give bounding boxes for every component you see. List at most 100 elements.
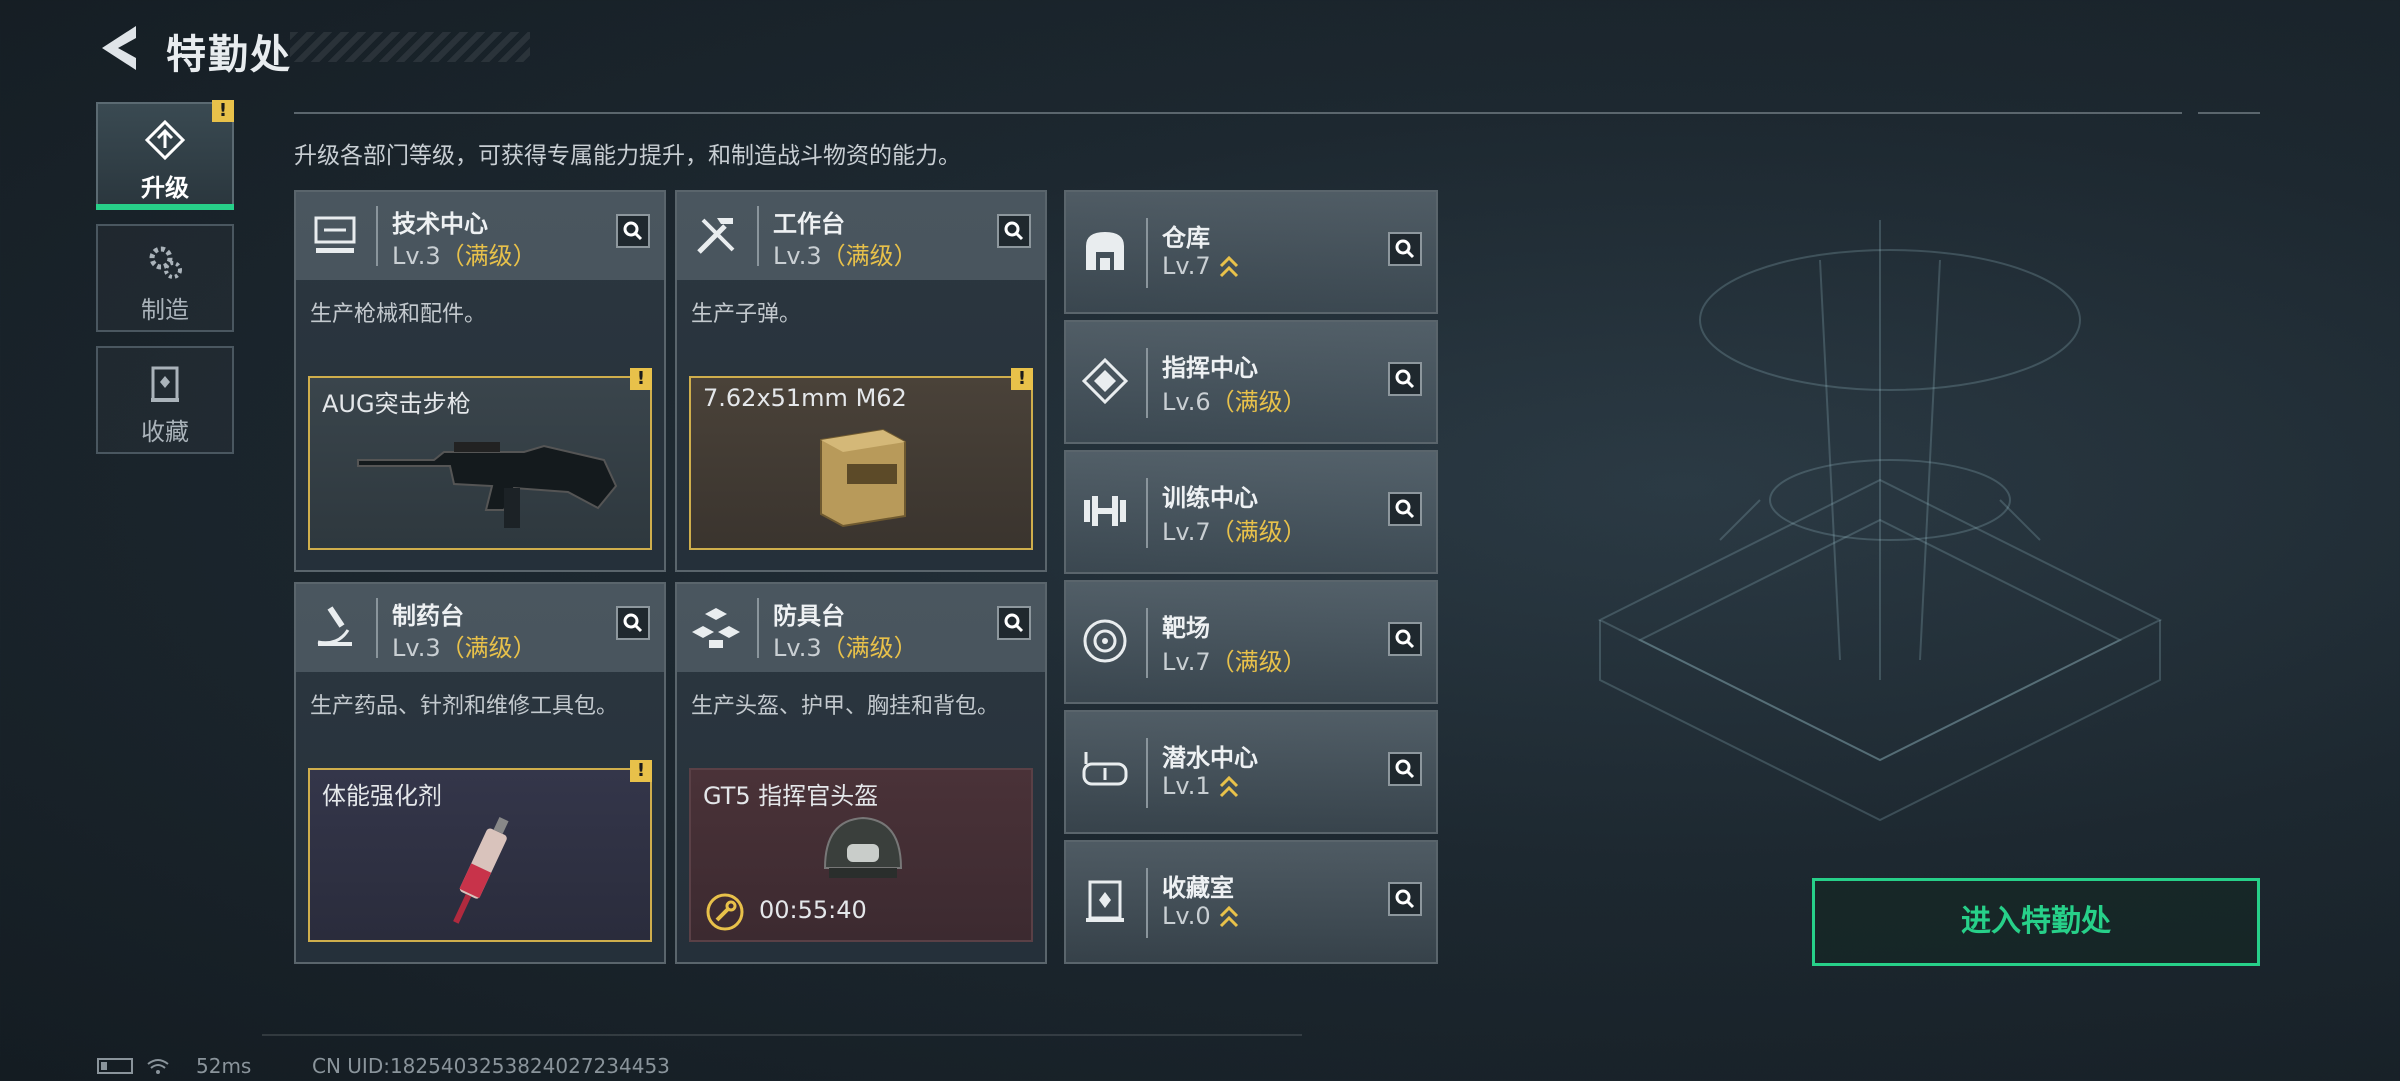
- craft-timer: 00:55:40: [759, 896, 867, 924]
- item-name: GT5 指挥官头盔: [703, 782, 879, 810]
- room-diving-center[interactable]: 潜水中心 Lv.1: [1064, 710, 1438, 834]
- room-command-center[interactable]: 指挥中心 Lv.6（满级）: [1064, 320, 1438, 444]
- item-name: 7.62x51mm M62: [703, 384, 907, 412]
- room-name: 训练中心: [1162, 484, 1258, 512]
- inspect-button[interactable]: [616, 214, 650, 248]
- syringe-image: [453, 816, 509, 924]
- room-level: Lv.7: [1162, 252, 1239, 280]
- inspect-button[interactable]: [1388, 882, 1422, 916]
- divider: [2198, 112, 2260, 114]
- nav-label: 收藏: [141, 418, 189, 446]
- nav-upgrade[interactable]: 升级 !: [96, 100, 234, 210]
- max-level-tag: （满级）: [1210, 518, 1307, 546]
- room-name: 潜水中心: [1162, 744, 1258, 772]
- separator: [1146, 738, 1148, 808]
- card-header: 防具台 Lv.3（满级）: [677, 584, 1045, 672]
- card-armor-bench: 防具台 Lv.3（满级） 生产头盔、护甲、胸挂和背包。 GT5 指挥官头盔 00…: [675, 582, 1047, 964]
- max-level-tag: （满级）: [821, 634, 918, 662]
- separator: [1146, 218, 1148, 288]
- collection-icon: [151, 366, 179, 402]
- card-header: 工作台 Lv.3（满级）: [677, 192, 1045, 280]
- room-collection-room[interactable]: 收藏室 Lv.0: [1064, 840, 1438, 964]
- search-icon: [1395, 889, 1415, 909]
- separator: [757, 206, 759, 266]
- enter-special-ops-button[interactable]: 进入特勤处: [1812, 878, 2260, 966]
- level-value: Lv.3: [392, 634, 441, 662]
- alert-icon: !: [630, 760, 652, 782]
- room-level: Lv.7（满级）: [1162, 642, 1307, 677]
- search-icon: [1395, 629, 1415, 649]
- separator: [1146, 868, 1148, 938]
- timer-wrench-icon: [706, 893, 744, 931]
- nav-craft[interactable]: 制造: [96, 224, 234, 332]
- level-value: Lv.7: [1162, 252, 1211, 280]
- level-value: Lv.6: [1162, 388, 1211, 416]
- inspect-button[interactable]: [1388, 622, 1422, 656]
- facility-level: Lv.3（满级）: [392, 236, 537, 271]
- level-value: Lv.7: [1162, 648, 1211, 676]
- search-icon: [623, 221, 643, 241]
- divider: [294, 112, 2182, 114]
- tools-icon: [697, 218, 735, 254]
- inspect-button[interactable]: [1388, 752, 1422, 786]
- max-level-tag: （满级）: [821, 242, 918, 270]
- upgrade-chevron-icon: [1219, 255, 1238, 278]
- warehouse-icon: [1086, 232, 1124, 270]
- card-tech-center: 技术中心 Lv.3（满级） 生产枪械和配件。 AUG突击步枪 !: [294, 190, 666, 572]
- level-value: Lv.7: [1162, 518, 1211, 546]
- item-name: 体能强化剂: [322, 782, 442, 810]
- production-slot[interactable]: 体能强化剂 !: [308, 760, 652, 942]
- room-shooting-range[interactable]: 靶场 Lv.7（满级）: [1064, 580, 1438, 704]
- room-level: Lv.0: [1162, 902, 1239, 930]
- separator: [1146, 608, 1148, 678]
- room-name: 收藏室: [1162, 874, 1234, 902]
- max-level-tag: （满级）: [440, 242, 537, 270]
- gears-icon: [149, 246, 182, 279]
- production-slot[interactable]: AUG突击步枪 !: [308, 368, 652, 550]
- description-text: 升级各部门等级，可获得专属能力提升，和制造战斗物资的能力。: [294, 143, 961, 169]
- alert-icon: !: [212, 100, 234, 122]
- production-slot[interactable]: 7.62x51mm M62 !: [689, 368, 1033, 550]
- separator: [1146, 478, 1148, 548]
- inspect-button[interactable]: [1388, 362, 1422, 396]
- facility-description: 生产药品、针剂和维修工具包。: [310, 694, 619, 719]
- facility-name: 制药台: [392, 602, 464, 630]
- nav-label: 制造: [141, 296, 189, 324]
- computer-icon: [314, 216, 356, 253]
- inspect-button[interactable]: [1388, 492, 1422, 526]
- card-workbench: 工作台 Lv.3（满级） 生产子弹。 7.62x51mm M62 !: [675, 190, 1047, 572]
- back-button[interactable]: [96, 20, 144, 76]
- inspect-button[interactable]: [997, 606, 1031, 640]
- search-icon: [623, 613, 643, 633]
- inspect-button[interactable]: [997, 214, 1031, 248]
- title-decoration: [290, 32, 530, 62]
- command-icon: [1081, 357, 1129, 405]
- facility-description: 生产枪械和配件。: [310, 302, 487, 327]
- user-uid: CN UID:1825403253824027234453: [312, 1054, 670, 1078]
- room-training-center[interactable]: 训练中心 Lv.7（满级）: [1064, 450, 1438, 574]
- production-slot[interactable]: GT5 指挥官头盔 00:55:40: [689, 768, 1033, 942]
- room-level: Lv.6（满级）: [1162, 382, 1307, 417]
- level-value: Lv.1: [1162, 772, 1211, 800]
- inspect-button[interactable]: [1388, 232, 1422, 266]
- max-level-tag: （满级）: [1210, 388, 1307, 416]
- inspect-button[interactable]: [616, 606, 650, 640]
- nav-collection[interactable]: 收藏: [96, 346, 234, 454]
- room-level: Lv.1: [1162, 772, 1239, 800]
- ping-value: 52ms: [196, 1054, 252, 1078]
- page-title: 特勤处: [166, 32, 292, 78]
- cubes-icon: [692, 608, 740, 648]
- nav-label: 升级: [141, 174, 189, 202]
- upgrade-icon: [144, 119, 186, 161]
- battery-wifi-icons: [97, 1058, 169, 1074]
- search-icon: [1004, 221, 1024, 241]
- target-icon: [1083, 619, 1127, 663]
- facility-level: Lv.3（满级）: [392, 628, 537, 663]
- facility-description: 生产子弹。: [691, 302, 802, 327]
- dumbbell-icon: [1084, 496, 1126, 526]
- microscope-icon: [317, 606, 352, 646]
- search-icon: [1395, 499, 1415, 519]
- level-value: Lv.3: [773, 242, 822, 270]
- facility-name: 技术中心: [392, 210, 488, 238]
- room-warehouse[interactable]: 仓库 Lv.7: [1064, 190, 1438, 314]
